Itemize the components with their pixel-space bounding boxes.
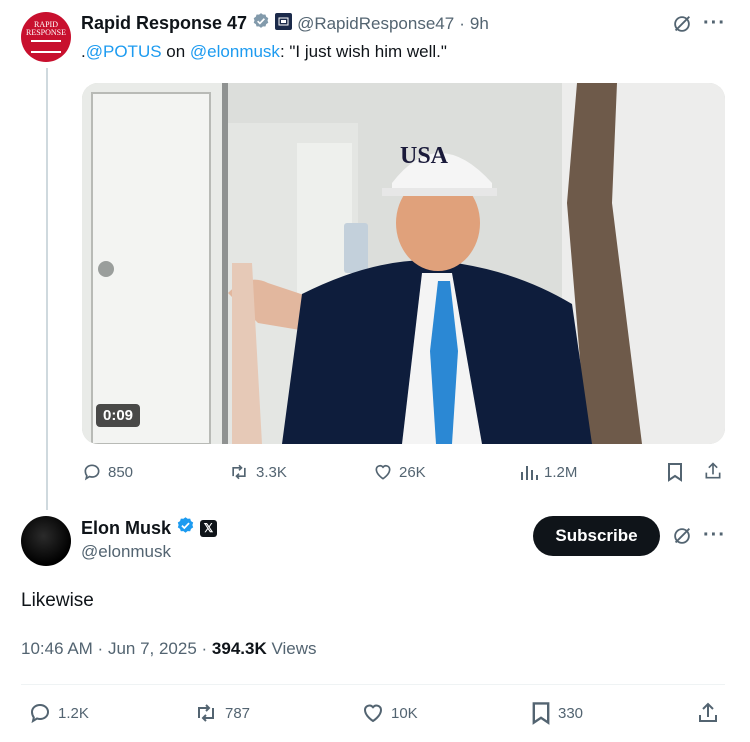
post1-time[interactable]: 9h (470, 14, 489, 34)
video-duration-badge: 0:09 (96, 404, 141, 427)
bookmark-count: 330 (558, 704, 584, 722)
verified-grey-icon (252, 12, 270, 35)
video-frame: USA (82, 83, 725, 444)
cap-text: USA (400, 143, 449, 169)
grok-icon[interactable] (671, 525, 693, 552)
post1-handle[interactable]: @RapidResponse47 (297, 14, 454, 34)
share-icon[interactable] (703, 461, 723, 486)
repost-count: 787 (225, 704, 251, 722)
post2-meta: 10:46 AM · Jun 7, 2025 · 394.3K Views (21, 639, 317, 659)
post2-text: Likewise (21, 590, 94, 611)
more-icon[interactable]: ··· (703, 12, 726, 35)
post2-time[interactable]: 10:46 AM (21, 639, 93, 658)
repost-button[interactable]: 787 (193, 701, 250, 725)
like-count: 26K (399, 463, 426, 481)
reply-icon (84, 464, 100, 481)
views-button[interactable]: 1.2M (520, 462, 577, 482)
bookmark-icon (532, 702, 550, 725)
post2-views-label: Views (271, 639, 317, 658)
reply-button[interactable]: 1.2K (28, 701, 89, 725)
post2-date[interactable]: Jun 7, 2025 (108, 639, 197, 658)
like-count: 10K (391, 704, 418, 722)
post1-text: .@POTUS on @elonmusk: "I just wish him w… (81, 42, 447, 62)
post2-handle[interactable]: @elonmusk (81, 542, 171, 562)
mention-elonmusk[interactable]: @elonmusk (190, 42, 280, 61)
meta-sep-1: · (92, 639, 108, 658)
post1-text-suffix: : "I just wish him well." (279, 42, 447, 61)
repost-icon (232, 464, 246, 480)
like-icon (363, 704, 383, 723)
divider (21, 684, 725, 685)
post1-author-name[interactable]: Rapid Response 47 (81, 13, 247, 34)
meta-sep-2: · (196, 639, 212, 658)
reply-count: 850 (108, 463, 134, 481)
mention-potus[interactable]: @POTUS (86, 42, 162, 61)
subscribe-button[interactable]: Subscribe (533, 516, 660, 556)
post1-header: Rapid Response 47 @RapidResponse47 · 9h (81, 12, 489, 35)
post2-author-name[interactable]: Elon Musk (81, 518, 171, 539)
bookmark-icon[interactable] (666, 462, 684, 487)
post1-text-mid: on (161, 42, 190, 61)
like-button[interactable]: 26K (373, 462, 426, 482)
x-logo-icon[interactable]: 𝕏 (200, 519, 218, 537)
avatar-text-2: RESPONSE (25, 28, 66, 37)
avatar-elon-musk[interactable] (21, 516, 71, 566)
repost-button[interactable]: 3.3K (228, 462, 287, 482)
avatar-rapid-response[interactable]: RAPID RESPONSE (21, 12, 71, 62)
post2-header: Elon Musk 𝕏 (81, 516, 218, 540)
post2-views-count: 394.3K (211, 639, 267, 658)
reply-count: 1.2K (58, 704, 89, 722)
separator-dot: · (459, 13, 465, 33)
like-icon (375, 464, 391, 480)
video-player[interactable]: USA 0:09 (82, 83, 725, 444)
verified-icon (176, 516, 195, 540)
more-icon[interactable]: ··· (703, 524, 726, 547)
views-count: 1.2M (544, 463, 578, 481)
thread-connector (46, 68, 48, 510)
affiliate-badge-icon[interactable] (275, 12, 293, 35)
reply-icon (30, 703, 50, 724)
bookmark-button[interactable]: 330 (530, 701, 583, 725)
grok-icon[interactable] (671, 13, 693, 40)
repost-icon (198, 704, 214, 722)
building-logo-icon (31, 40, 61, 53)
share-icon[interactable] (696, 701, 720, 730)
reply-button[interactable]: 850 (82, 462, 133, 482)
views-icon (521, 466, 538, 480)
like-button[interactable]: 10K (361, 701, 418, 725)
repost-count: 3.3K (256, 463, 287, 481)
